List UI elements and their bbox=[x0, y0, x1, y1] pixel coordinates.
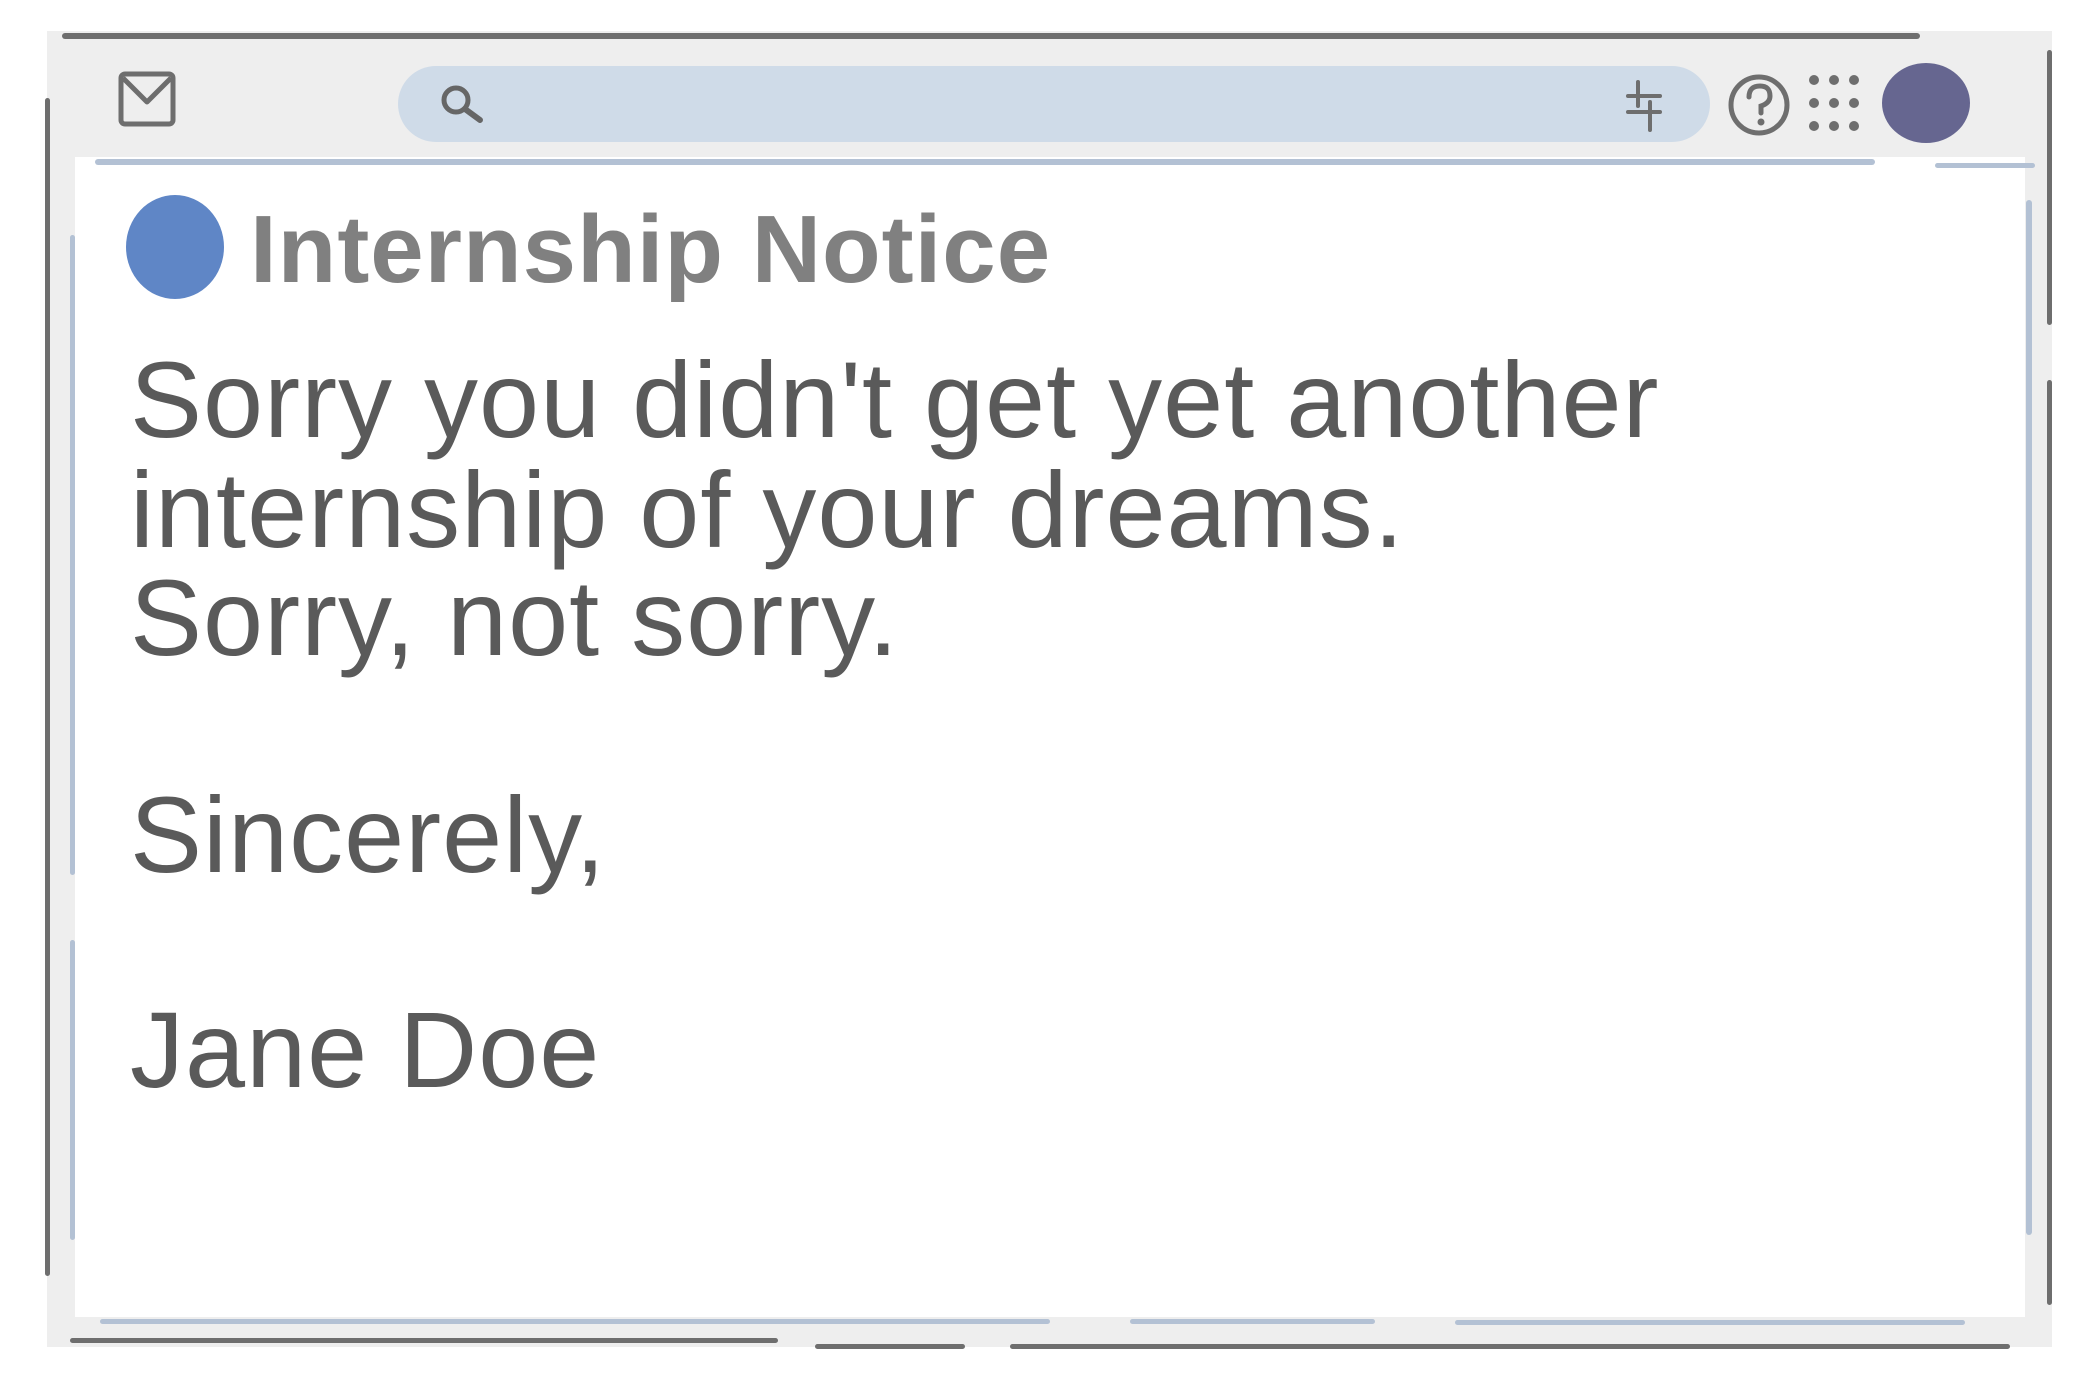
search-icon[interactable] bbox=[438, 82, 486, 130]
panel-left-line-upper bbox=[70, 235, 75, 875]
search-bar[interactable] bbox=[398, 66, 1710, 142]
filter-sliders-icon[interactable] bbox=[1622, 78, 1666, 134]
panel-top-line bbox=[95, 159, 1875, 165]
email-signature: Jane Doe bbox=[130, 989, 601, 1110]
frame-left-line bbox=[45, 98, 50, 1276]
frame-bottom-line-3 bbox=[1010, 1344, 2010, 1349]
panel-bottom-line-1 bbox=[100, 1319, 1050, 1324]
apps-grid-icon[interactable] bbox=[1806, 72, 1862, 134]
avatar[interactable] bbox=[1882, 63, 1970, 143]
message-panel bbox=[75, 157, 2025, 1317]
help-icon[interactable] bbox=[1726, 72, 1792, 138]
panel-bottom-line-3 bbox=[1455, 1320, 1965, 1325]
unread-indicator bbox=[126, 195, 224, 299]
mail-icon[interactable] bbox=[117, 68, 177, 128]
email-closing: Sincerely, bbox=[130, 774, 607, 895]
panel-top-line-2 bbox=[1935, 163, 2035, 168]
frame-top-line bbox=[62, 33, 1920, 39]
frame-bottom-line-1 bbox=[70, 1338, 778, 1343]
panel-right-line bbox=[2026, 200, 2032, 1235]
email-body-line-2: internship of your dreams. bbox=[130, 449, 1405, 570]
email-subject: Internship Notice bbox=[250, 196, 1052, 303]
panel-left-line-lower bbox=[70, 940, 75, 1240]
panel-bottom-line-2 bbox=[1130, 1319, 1375, 1324]
email-body-line-3: Sorry, not sorry. bbox=[130, 557, 900, 678]
frame-right-line-upper bbox=[2047, 50, 2052, 325]
frame-bottom-line-2 bbox=[815, 1344, 965, 1349]
frame-right-line-lower bbox=[2047, 380, 2052, 1305]
email-body-line-1: Sorry you didn't get yet another bbox=[130, 339, 1660, 460]
